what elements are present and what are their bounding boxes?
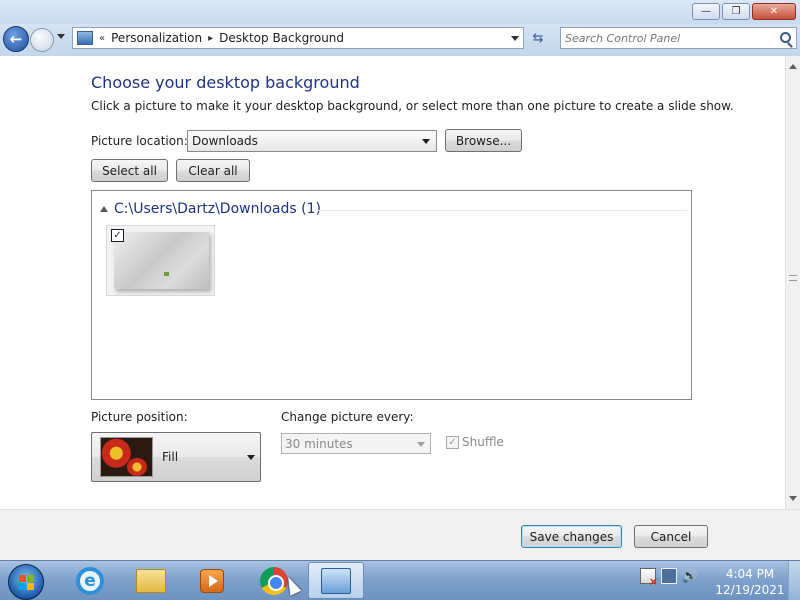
gallery-group-header[interactable]: C:\Users\Dartz\Downloads (1) — [100, 201, 321, 217]
taskbar: e 🔊 4:04 PM 12/19/2021 — [0, 560, 800, 600]
picture-location-value: Downloads — [192, 134, 258, 148]
search-box[interactable] — [560, 27, 797, 49]
change-interval-value: 30 minutes — [285, 436, 353, 451]
picture-gallery[interactable]: C:\Users\Dartz\Downloads (1) ✓ — [91, 190, 692, 400]
back-button[interactable]: ← — [3, 26, 29, 52]
scroll-up-icon[interactable] — [789, 64, 797, 69]
shuffle-label: Shuffle — [462, 435, 504, 449]
recent-pages-dropdown[interactable] — [57, 34, 65, 39]
search-input[interactable] — [565, 29, 775, 47]
group-divider — [317, 210, 687, 211]
cancel-button[interactable]: Cancel — [634, 525, 708, 548]
page-title: Choose your desktop background — [91, 73, 360, 92]
clock-date: 12/19/2021 — [715, 583, 785, 597]
picture-thumbnail[interactable]: ✓ — [106, 225, 215, 296]
taskbar-media-player[interactable] — [184, 562, 240, 599]
control-panel-icon — [77, 31, 93, 45]
window-controls: — ❐ ✕ — [692, 3, 796, 20]
clock-time: 4:04 PM — [725, 567, 775, 581]
control-panel-icon — [321, 567, 351, 594]
shuffle-option: ✓ Shuffle — [446, 435, 504, 449]
chevron-down-icon — [247, 455, 255, 460]
collapse-arrow-icon[interactable] — [100, 206, 108, 212]
picture-position-label: Picture position: — [91, 410, 188, 424]
gallery-group-title: C:\Users\Dartz\Downloads (1) — [114, 201, 321, 217]
show-desktop-button[interactable] — [788, 561, 800, 600]
picture-location-label: Picture location: — [91, 134, 188, 148]
forward-button[interactable] — [30, 28, 54, 52]
vertical-scrollbar[interactable] — [785, 56, 800, 509]
clear-all-button[interactable]: Clear all — [176, 159, 250, 182]
change-picture-label: Change picture every: — [281, 410, 414, 424]
save-changes-button[interactable]: Save changes — [521, 525, 622, 548]
chevron-down-icon — [417, 442, 425, 447]
select-all-button[interactable]: Select all — [91, 159, 168, 182]
window-titlebar: — ❐ ✕ — [0, 0, 800, 24]
address-bar[interactable]: « Personalization ▸ Desktop Background — [72, 27, 524, 49]
change-interval-select: 30 minutes — [281, 433, 431, 454]
position-preview-image — [100, 437, 153, 477]
shuffle-checkbox: ✓ — [446, 435, 459, 449]
breadcrumb-overflow[interactable]: « — [99, 33, 105, 44]
taskbar-control-panel[interactable] — [308, 562, 364, 599]
wallpaper-image — [114, 232, 209, 289]
folder-icon — [136, 568, 166, 593]
navigation-bar: ← « Personalization ▸ Desktop Background… — [0, 24, 800, 56]
system-clock[interactable]: 4:04 PM 12/19/2021 — [714, 566, 786, 598]
main-content: Choose your desktop background Click a p… — [0, 56, 785, 509]
search-icon[interactable] — [780, 32, 791, 43]
breadcrumb-desktop-background[interactable]: Desktop Background — [219, 31, 344, 45]
scroll-down-icon[interactable] — [789, 496, 797, 501]
start-button[interactable] — [8, 564, 44, 600]
breadcrumb-separator-icon[interactable]: ▸ — [208, 33, 213, 44]
restore-button[interactable]: ❐ — [722, 3, 750, 20]
chevron-down-icon — [422, 139, 430, 144]
network-icon[interactable] — [661, 568, 677, 584]
minimize-button[interactable]: — — [692, 3, 720, 20]
internet-explorer-icon: e — [76, 566, 104, 595]
dialog-footer: Save changes Cancel — [0, 509, 800, 560]
taskbar-internet-explorer[interactable]: e — [62, 562, 118, 599]
picture-location-select[interactable]: Downloads — [187, 130, 437, 152]
notification-area: 🔊 — [640, 568, 698, 588]
arrow-left-icon: ← — [9, 30, 23, 48]
breadcrumb-personalization[interactable]: Personalization — [111, 31, 202, 45]
browse-button[interactable]: Browse... — [445, 129, 522, 152]
thumbnail-checkbox[interactable]: ✓ — [111, 229, 124, 242]
volume-icon[interactable]: 🔊 — [682, 568, 698, 584]
address-dropdown-icon[interactable] — [511, 36, 519, 41]
refresh-icon: ⇆ — [532, 30, 544, 46]
picture-position-value: Fill — [162, 450, 179, 464]
taskbar-windows-explorer[interactable] — [123, 562, 179, 599]
close-button[interactable]: ✕ — [752, 3, 796, 20]
action-center-flag-icon[interactable] — [640, 568, 658, 588]
media-player-icon — [200, 568, 224, 593]
page-instructions: Click a picture to make it your desktop … — [91, 99, 734, 113]
scroll-grip[interactable] — [789, 275, 797, 281]
picture-position-select[interactable]: Fill — [91, 432, 261, 482]
refresh-button[interactable]: ⇆ — [527, 27, 549, 49]
